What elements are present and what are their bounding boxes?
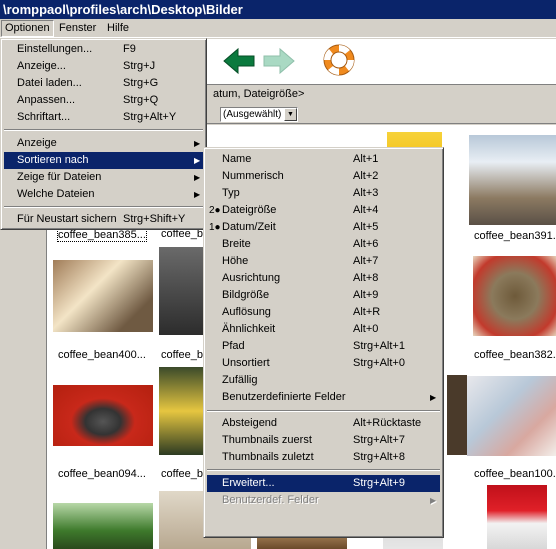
menu-separator	[4, 129, 203, 131]
thumbnail[interactable]	[53, 385, 153, 446]
menu-item-fuer-neustart-sichern[interactable]: Für Neustart sichern Strg+Shift+Y	[4, 211, 203, 228]
sort-item-typ[interactable]: Typ Alt+3	[207, 185, 440, 202]
selection-combo[interactable]: (Ausgewählt) ▼	[220, 107, 298, 122]
sort-item-ausrichtung[interactable]: Ausrichtung Alt+8	[207, 270, 440, 287]
sort-item-absteigend[interactable]: Absteigend Alt+Rücktaste	[207, 415, 440, 432]
thumbnail-caption[interactable]: coffee_bean391...	[474, 230, 556, 242]
back-arrow-icon[interactable]	[222, 47, 256, 75]
thumbnail[interactable]	[447, 375, 467, 455]
thumbnail-caption[interactable]: coffee_b	[161, 349, 206, 361]
menu-item-anzeige[interactable]: Anzeige ▶	[4, 135, 203, 152]
thumbnail-caption[interactable]: coffee_bean382...	[474, 349, 556, 361]
thumbnail[interactable]	[159, 367, 204, 455]
sort-item-zufaellig[interactable]: Zufällig	[207, 372, 440, 389]
menubar: Optionen Fenster Hilfe	[0, 19, 556, 38]
sort-item-erweitert[interactable]: Erweitert... Strg+Alt+9	[207, 475, 440, 492]
sort-item-dateigroesse[interactable]: 2● Dateigröße Alt+4	[207, 202, 440, 219]
combo-value: (Ausgewählt)	[223, 109, 282, 120]
menu-item-anzeige-dialog[interactable]: Anzeige... Strg+J	[4, 58, 203, 75]
sort-item-name[interactable]: Name Alt+1	[207, 151, 440, 168]
thumbnail[interactable]	[467, 376, 556, 456]
thumbnail[interactable]	[469, 135, 556, 225]
thumbnail[interactable]	[159, 247, 204, 335]
sort-label: atum, Dateigröße>	[213, 88, 305, 100]
menu-item-sortieren-nach[interactable]: Sortieren nach ▶	[4, 152, 203, 169]
sort-item-aufloesung[interactable]: Auflösung Alt+R	[207, 304, 440, 321]
sort-item-datum-zeit[interactable]: 1● Datum/Zeit Alt+5	[207, 219, 440, 236]
sort-item-breite[interactable]: Breite Alt+6	[207, 236, 440, 253]
thumbnail[interactable]	[53, 260, 153, 332]
lifebuoy-icon[interactable]	[322, 43, 356, 77]
menu-item-datei-laden[interactable]: Datei laden... Strg+G	[4, 75, 203, 92]
menu-item-zeige-fuer-dateien[interactable]: Zeige für Dateien ▶	[4, 169, 203, 186]
sort-item-benutzerdefinierte-felder[interactable]: Benutzerdefinierte Felder ▶	[207, 389, 440, 406]
sort-item-thumbnails-zuletzt[interactable]: Thumbnails zuletzt Strg+Alt+8	[207, 449, 440, 466]
sort-item-thumbnails-zuerst[interactable]: Thumbnails zuerst Strg+Alt+7	[207, 432, 440, 449]
thumbnail-caption[interactable]: coffee_b	[161, 468, 206, 480]
menu-separator	[207, 410, 440, 412]
menu-fenster[interactable]: Fenster	[56, 20, 99, 37]
sort-item-benutzerdef-felder: Benutzerdef. Felder ▶	[222, 494, 437, 506]
menu-hilfe[interactable]: Hilfe	[104, 20, 132, 37]
chevron-down-icon[interactable]: ▼	[284, 108, 297, 121]
menu-optionen[interactable]: Optionen	[1, 20, 54, 37]
window-title: \romppaol\profiles\arch\Desktop\Bilder	[0, 0, 556, 19]
thumbnail[interactable]	[53, 503, 153, 549]
optionen-menu: Einstellungen... F9 Anzeige... Strg+J Date…	[0, 38, 207, 230]
sort-item-nummerisch[interactable]: Nummerisch Alt+2	[207, 168, 440, 185]
thumbnail[interactable]	[487, 485, 547, 549]
thumbnail-caption[interactable]: coffee_bean385...	[57, 228, 147, 242]
thumbnail-caption[interactable]: coffee_bean400...	[58, 349, 146, 361]
menu-item-welche-dateien[interactable]: Welche Dateien ▶	[4, 186, 203, 203]
sort-item-aehnlichkeit[interactable]: Ähnlichkeit Alt+0	[207, 321, 440, 338]
thumbnail-caption[interactable]: coffee_bean100...	[474, 468, 556, 480]
forward-arrow-icon[interactable]	[262, 47, 296, 75]
sort-item-pfad[interactable]: Pfad Strg+Alt+1	[207, 338, 440, 355]
menu-item-einstellungen[interactable]: Einstellungen... F9	[4, 41, 203, 58]
menu-separator	[4, 206, 203, 208]
thumbnail-caption[interactable]: coffee_bean094...	[58, 468, 146, 480]
sortieren-nach-submenu: Name Alt+1 Nummerisch Alt+2 Typ Alt+3 2● Dat…	[203, 147, 444, 538]
menu-separator	[207, 469, 440, 471]
menu-item-schriftart[interactable]: Schriftart... Strg+Alt+Y	[4, 109, 203, 126]
sort-item-bildgroesse[interactable]: Bildgröße Alt+9	[207, 287, 440, 304]
thumbnail[interactable]	[473, 256, 556, 336]
menu-item-anpassen[interactable]: Anpassen... Strg+Q	[4, 92, 203, 109]
sort-item-hoehe[interactable]: Höhe Alt+7	[207, 253, 440, 270]
sort-item-unsortiert[interactable]: Unsortiert Strg+Alt+0	[207, 355, 440, 372]
